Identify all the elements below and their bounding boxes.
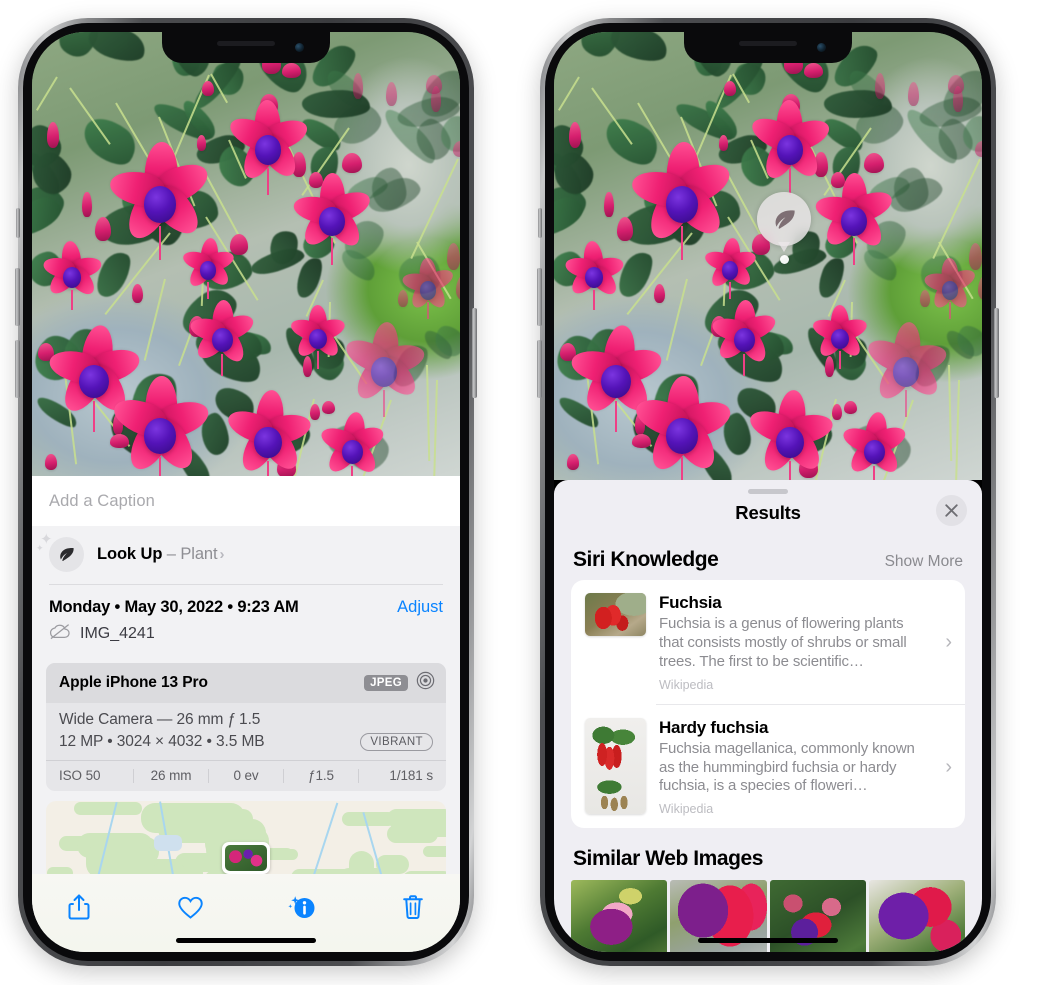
- sheet-title: Results: [735, 502, 801, 523]
- home-indicator[interactable]: [698, 938, 838, 943]
- exif-stat-iso: ISO 50: [59, 768, 101, 783]
- visual-look-up-badge[interactable]: [757, 192, 811, 246]
- knowledge-thumbnail: [585, 593, 646, 636]
- power-button[interactable]: [994, 308, 999, 398]
- photo-toolbar: [32, 874, 460, 952]
- results-sheet: Results Siri Knowledge Show More Fuchsia…: [554, 480, 982, 952]
- metadata-block: Monday • May 30, 2022 • 9:23 AM Adjust I…: [32, 585, 460, 655]
- info-button[interactable]: [285, 890, 319, 924]
- close-button[interactable]: [936, 495, 967, 526]
- look-up-subject: Plant: [180, 545, 218, 563]
- lens-description: Wide Camera — 26 mm ƒ 1.5: [59, 711, 261, 728]
- photo-filename: IMG_4241: [80, 625, 155, 642]
- mute-switch[interactable]: [16, 208, 20, 238]
- map-photo-pin[interactable]: [222, 842, 270, 875]
- siri-knowledge-card: Fuchsia Fuchsia is a genus of flowering …: [571, 580, 965, 829]
- siri-knowledge-title: Siri Knowledge: [573, 548, 719, 571]
- exif-stat-aperture: ƒ1.5: [308, 768, 334, 783]
- exif-stat-focal: 26 mm: [150, 768, 192, 783]
- knowledge-title: Hardy fuchsia: [659, 717, 769, 737]
- volume-down-button[interactable]: [537, 340, 542, 398]
- photographic-style-badge: VIBRANT: [360, 733, 433, 751]
- format-badge: JPEG: [364, 675, 408, 691]
- icloud-slash-icon: [49, 623, 71, 645]
- visual-look-up-pointer: [778, 242, 790, 252]
- similar-web-images-title: Similar Web Images: [573, 847, 763, 871]
- sparkle-icon-small: ✦: [36, 543, 44, 553]
- screenshot-stage: Add a Caption ✦ ✦ Look Up – Plant › Mond…: [0, 0, 1055, 985]
- notch: [684, 32, 852, 63]
- exif-header: Apple iPhone 13 Pro JPEG: [46, 663, 446, 703]
- share-button[interactable]: [62, 890, 96, 924]
- adjust-button[interactable]: Adjust: [397, 598, 443, 617]
- front-camera-icon: [817, 43, 826, 52]
- knowledge-thumbnail: [585, 717, 646, 814]
- iphone-left: Add a Caption ✦ ✦ Look Up – Plant › Mond…: [15, 18, 477, 966]
- visual-look-up-anchor-dot: [780, 255, 789, 264]
- notch: [162, 32, 330, 63]
- photo-viewer[interactable]: [554, 32, 982, 480]
- exif-stat-ev: 0 ev: [233, 768, 259, 783]
- home-indicator[interactable]: [176, 938, 316, 943]
- knowledge-title: Fuchsia: [659, 593, 722, 612]
- location-map[interactable]: [46, 800, 446, 875]
- exif-body: Wide Camera — 26 mm ƒ 1.5 12 MP • 3024 ×…: [46, 703, 446, 760]
- knowledge-source: Wikipedia: [659, 677, 714, 692]
- web-image-thumbnail[interactable]: [868, 880, 965, 952]
- look-up-label: Look Up – Plant ›: [97, 545, 224, 564]
- delete-button[interactable]: [396, 890, 430, 924]
- look-up-dash: –: [166, 545, 176, 563]
- earpiece-speaker: [739, 41, 797, 46]
- exif-stats-row: ISO 50 26 mm 0 ev ƒ1.5 1/181 s: [46, 760, 446, 791]
- photo-date: Monday • May 30, 2022 • 9:23 AM: [49, 598, 299, 616]
- phone-screen-right: Results Siri Knowledge Show More Fuchsia…: [554, 32, 982, 952]
- earpiece-speaker: [217, 41, 275, 46]
- exif-card[interactable]: Apple iPhone 13 Pro JPEG Wide Camera — 2…: [46, 663, 446, 791]
- front-camera-icon: [295, 43, 304, 52]
- photo-viewer[interactable]: [32, 32, 460, 476]
- list-item[interactable]: Fuchsia Fuchsia is a genus of flowering …: [571, 580, 965, 704]
- chevron-right-icon: ›: [219, 546, 225, 563]
- look-up-row[interactable]: ✦ ✦ Look Up – Plant ›: [32, 526, 460, 584]
- show-more-button[interactable]: Show More: [885, 553, 963, 571]
- photo-info-panel: Add a Caption ✦ ✦ Look Up – Plant › Mond…: [32, 476, 460, 952]
- mute-switch[interactable]: [538, 208, 542, 238]
- image-specs: 12 MP • 3024 × 4032 • 3.5 MB: [59, 733, 265, 750]
- exif-stat-shutter: 1/181 s: [389, 768, 433, 783]
- volume-up-button[interactable]: [537, 268, 542, 326]
- volume-down-button[interactable]: [15, 340, 20, 398]
- caption-field-row[interactable]: Add a Caption: [32, 476, 460, 526]
- chevron-right-icon: ›: [945, 755, 952, 778]
- knowledge-description: Fuchsia magellanica, commonly known as t…: [659, 739, 915, 795]
- favorite-button[interactable]: [173, 890, 207, 924]
- siri-knowledge-header: Siri Knowledge Show More: [554, 530, 982, 580]
- camera-device-name: Apple iPhone 13 Pro: [59, 674, 208, 691]
- power-button[interactable]: [472, 308, 477, 398]
- knowledge-description: Fuchsia is a genus of flowering plants t…: [659, 615, 907, 670]
- lens-icon: [416, 671, 435, 695]
- phone-screen-left: Add a Caption ✦ ✦ Look Up – Plant › Mond…: [32, 32, 460, 952]
- iphone-right: Results Siri Knowledge Show More Fuchsia…: [537, 18, 999, 966]
- leaf-icon: ✦ ✦: [36, 532, 84, 572]
- look-up-title: Look Up: [97, 545, 163, 563]
- knowledge-source: Wikipedia: [659, 802, 714, 817]
- map-pin-thumbnail: [225, 845, 267, 872]
- list-item[interactable]: Hardy fuchsia Fuchsia magellanica, commo…: [571, 705, 965, 829]
- caption-input-placeholder[interactable]: Add a Caption: [49, 492, 443, 511]
- sheet-header: Results: [554, 494, 982, 530]
- chevron-right-icon: ›: [945, 630, 952, 653]
- volume-up-button[interactable]: [15, 268, 20, 326]
- web-image-thumbnail[interactable]: [571, 880, 668, 952]
